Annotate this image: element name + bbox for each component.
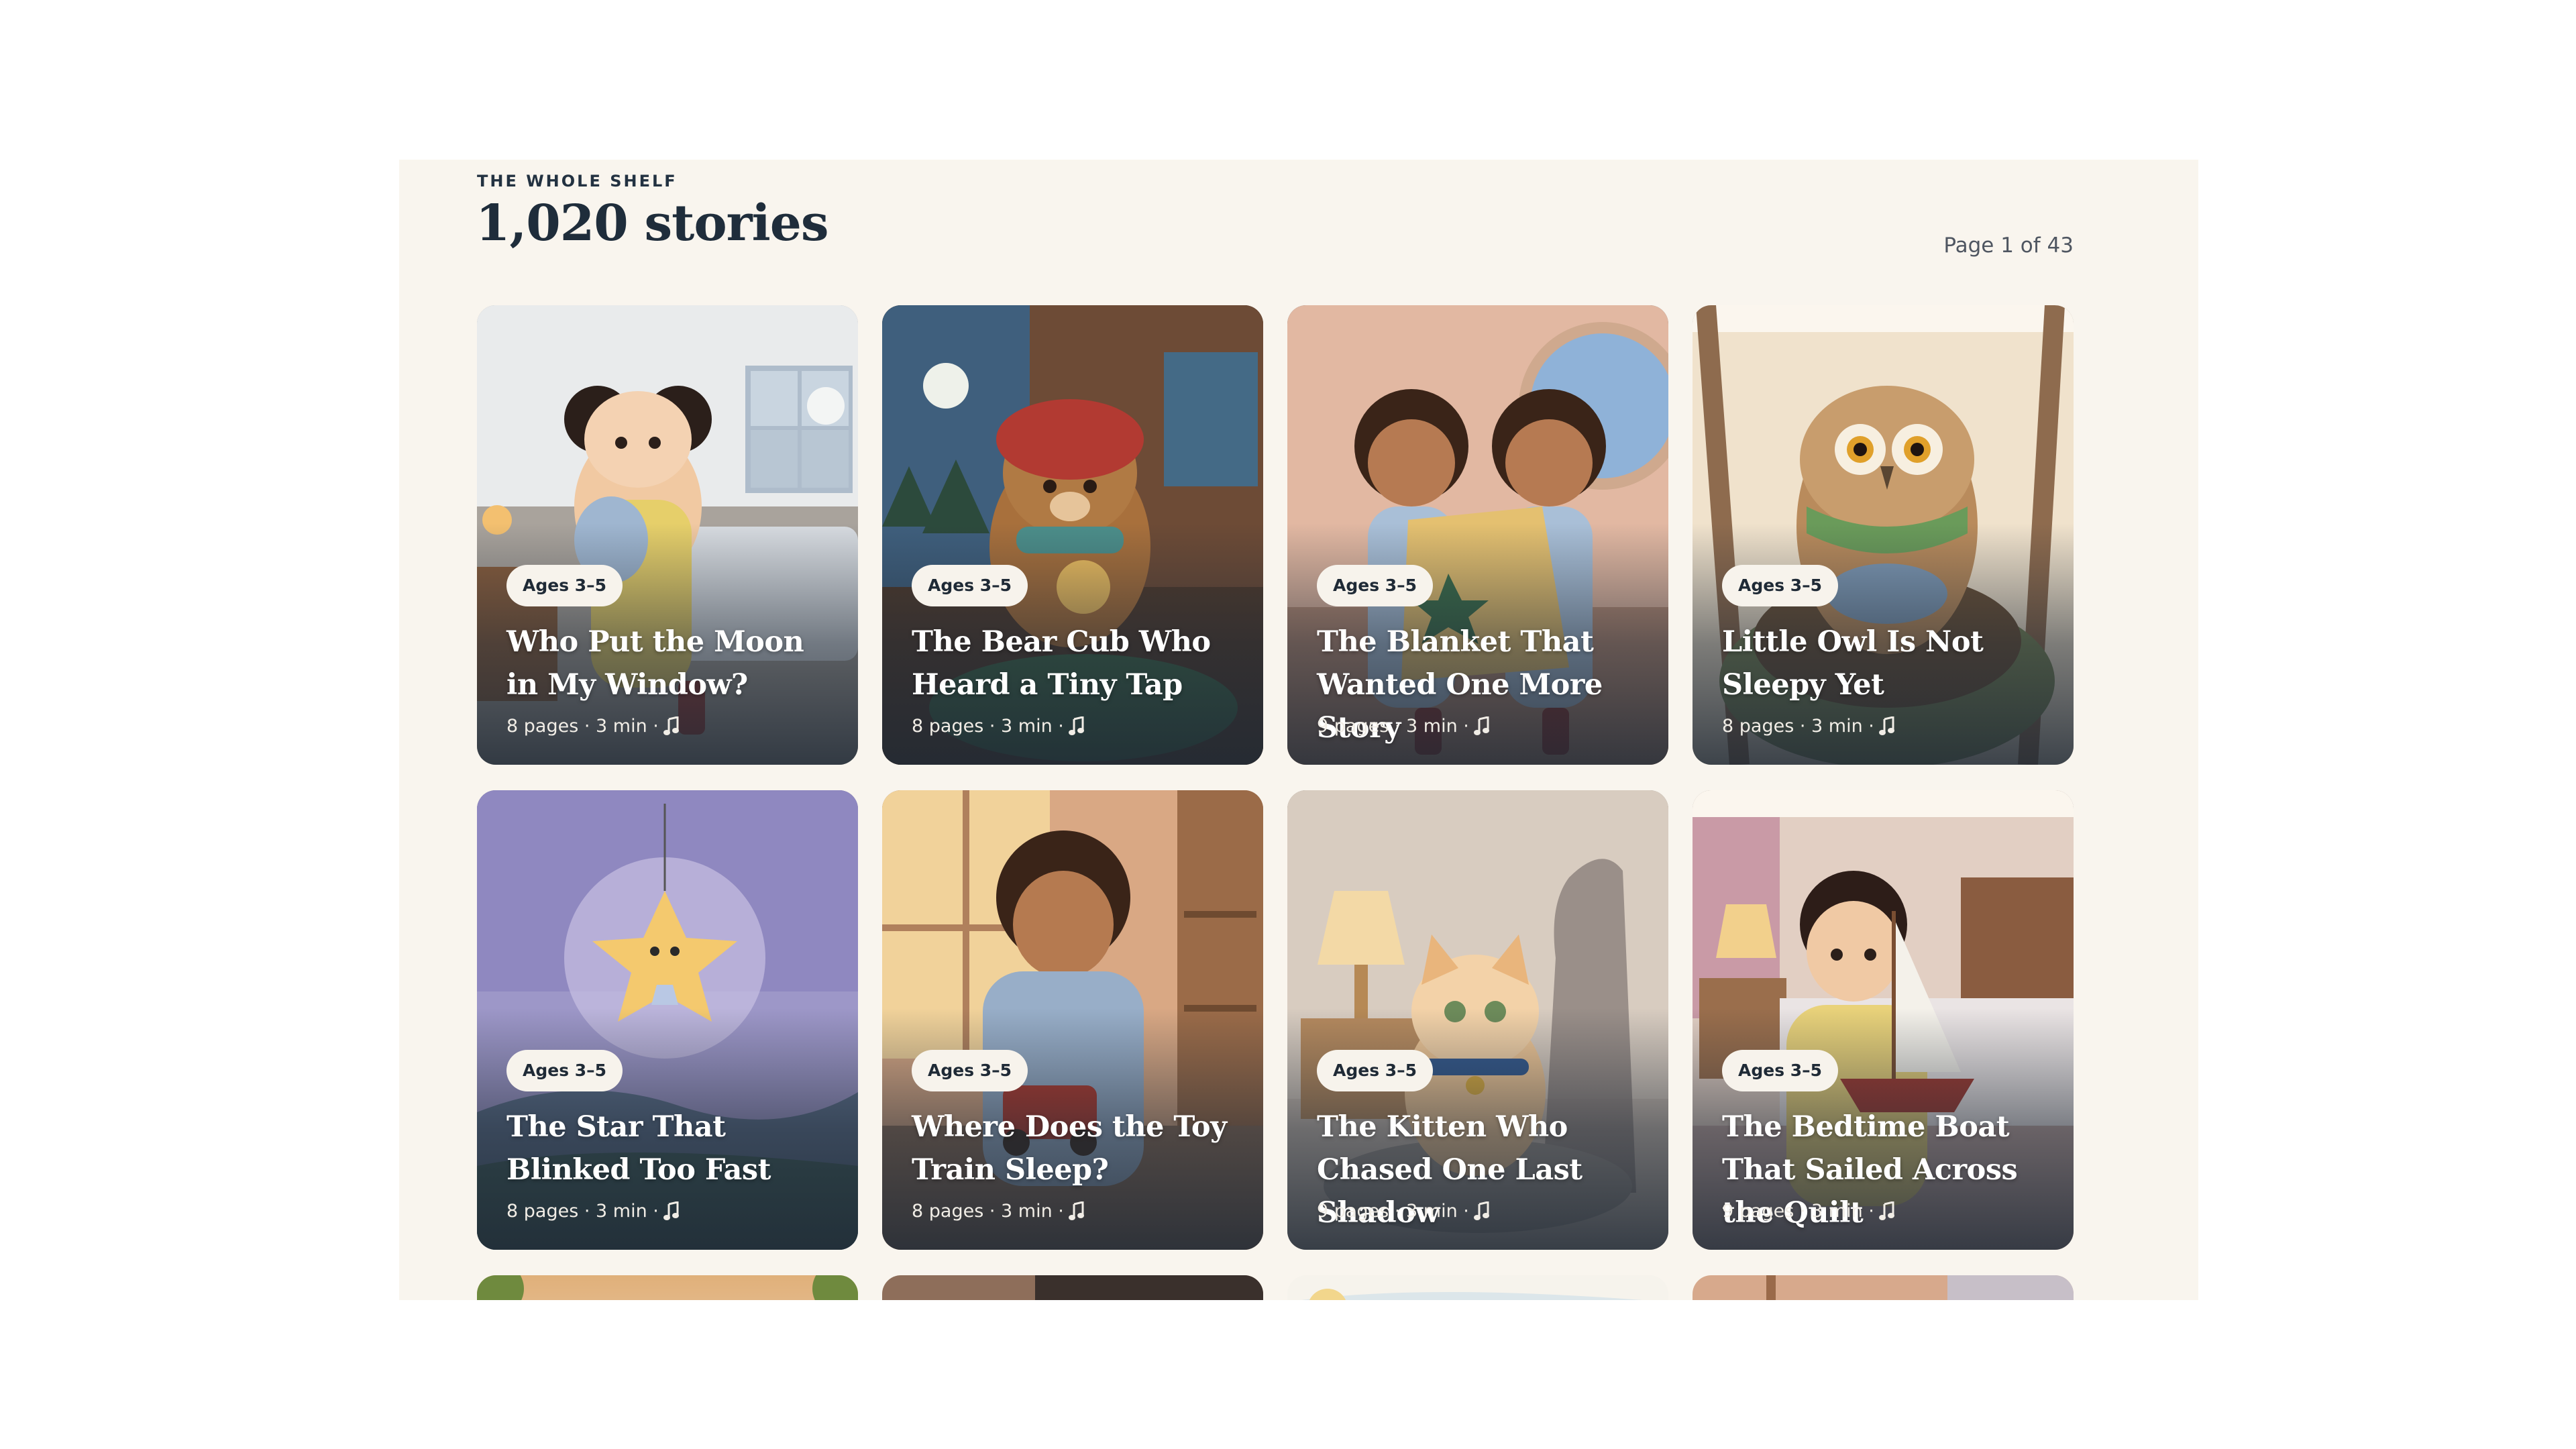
story-card-partial[interactable] [477,1275,858,1300]
story-title: The Star That Blinked Too Fast [506,1110,771,1187]
story-illustration [477,1275,858,1300]
page-indicator: Page 1 of 43 [1943,233,2074,258]
music-note-icon [1473,716,1489,735]
music-note-icon [663,1201,679,1220]
story-meta-text: 8 pages · 3 min · [912,1201,1064,1222]
story-meta-text: 8 pages · 3 min · [506,716,659,737]
story-card-partial[interactable] [1693,1275,2074,1300]
story-meta: 8 pages · 3 min · [506,1201,680,1222]
story-illustration [1035,1275,1263,1300]
age-badge: Ages 3–5 [1722,1050,1839,1091]
story-meta: 8 pages · 3 min · [912,716,1085,737]
music-note-icon [1068,1201,1084,1220]
music-note-icon [1068,716,1084,735]
story-meta-text: 8 pages · 3 min · [912,716,1064,737]
story-title: Where Does the Toy Train Sleep? [912,1110,1227,1187]
age-badge: Ages 3–5 [912,565,1028,606]
age-badge: Ages 3–5 [912,1050,1028,1091]
story-card[interactable]: Ages 3–5 The Bear Cub Who Heard a Tiny T… [882,305,1263,765]
story-card[interactable]: Ages 3–5 The Kitten Who Chased One Last … [1287,790,1668,1250]
story-meta-text: 9 pages · 3 min · [1317,716,1469,737]
story-meta: 8 pages · 3 min · [912,1201,1085,1222]
story-card[interactable]: Ages 3–5 Little Owl Is Not Sleepy Yet 8 … [1693,305,2074,765]
story-meta: 8 pages · 3 min · [506,716,680,737]
story-card-partial[interactable] [1287,1275,1668,1300]
story-meta-text: 8 pages · 3 min · [506,1201,659,1222]
story-card[interactable]: Ages 3–5 The Bedtime Boat That Sailed Ac… [1693,790,2074,1250]
story-shelf-panel: THE WHOLE SHELF 1,020 stories Page 1 of … [399,160,2198,1300]
section-eyebrow: THE WHOLE SHELF [477,172,678,191]
music-note-icon [1878,716,1894,735]
music-note-icon [1473,1201,1489,1220]
story-meta: 9 pages · 3 min · [1317,716,1491,737]
music-note-icon [663,716,679,735]
story-title: The Bear Cub Who Heard a Tiny Tap [912,625,1211,702]
age-badge: Ages 3–5 [506,565,623,606]
story-title: Little Owl Is Not Sleepy Yet [1722,625,1984,702]
age-badge: Ages 3–5 [506,1050,623,1091]
age-badge: Ages 3–5 [1317,1050,1434,1091]
age-badge: Ages 3–5 [1722,565,1839,606]
story-meta-text: 9 pages · 3 min · [1722,1201,1874,1222]
story-meta: 9 pages · 3 min · [1317,1201,1491,1222]
story-illustration [1766,1275,2074,1300]
page-title: 1,020 stories [476,195,829,252]
story-meta: 9 pages · 3 min · [1722,1201,1896,1222]
story-meta: 8 pages · 3 min · [1722,716,1896,737]
story-card[interactable]: Ages 3–5 The Star That Blinked Too Fast … [477,790,858,1250]
story-title: Who Put the Moon in My Window? [506,625,804,702]
story-card[interactable]: Ages 3–5 The Blanket That Wanted One Mor… [1287,305,1668,765]
story-card[interactable]: Ages 3–5 Where Does the Toy Train Sleep?… [882,790,1263,1250]
music-note-icon [1878,1201,1894,1220]
age-badge: Ages 3–5 [1317,565,1434,606]
story-card-partial[interactable] [882,1275,1263,1300]
story-illustration [1301,1289,1643,1300]
story-card[interactable]: Ages 3–5 Who Put the Moon in My Window? … [477,305,858,765]
story-meta-text: 8 pages · 3 min · [1722,716,1874,737]
story-meta-text: 9 pages · 3 min · [1317,1201,1469,1222]
